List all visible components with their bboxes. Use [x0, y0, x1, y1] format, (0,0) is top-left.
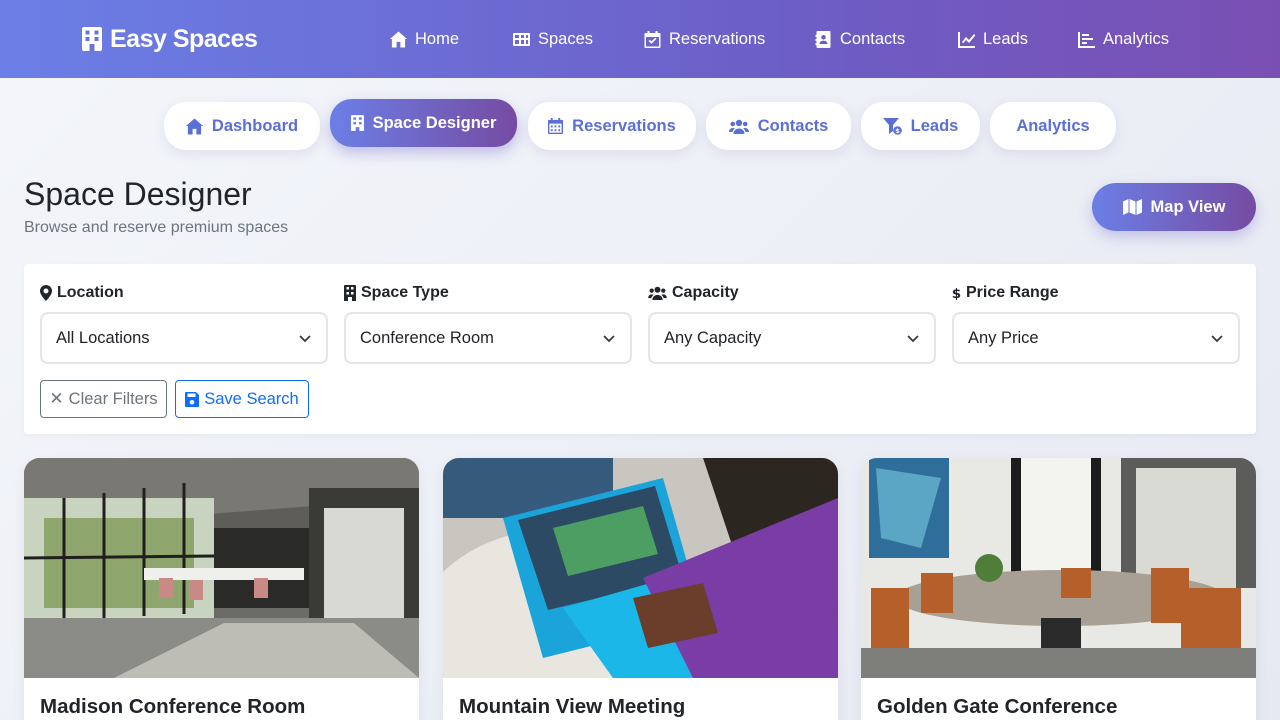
- building-icon: [82, 27, 102, 51]
- space-card-title: Mountain View Meeting: [459, 695, 686, 718]
- tab-analytics-label: Analytics: [1016, 116, 1090, 135]
- nav-home-label: Home: [415, 29, 460, 48]
- tab-contacts-label: Contacts: [757, 116, 829, 135]
- save-search-button[interactable]: Save Search: [175, 380, 309, 418]
- nav-leads[interactable]: Leads: [958, 28, 1028, 50]
- space-type-label: Space Type: [344, 284, 632, 302]
- chevron-down-icon: [907, 335, 919, 343]
- nav-reservations[interactable]: Reservations: [644, 28, 765, 50]
- users-icon: [648, 286, 667, 300]
- page-subtitle: Browse and reserve premium spaces: [24, 219, 289, 236]
- tab-dashboard[interactable]: Dashboard: [164, 102, 320, 150]
- map-marker-icon: [40, 285, 52, 301]
- tab-contacts[interactable]: Contacts: [706, 102, 851, 150]
- filter-panel: Location All Locations Space Type Confer…: [24, 264, 1256, 434]
- save-icon: [185, 391, 200, 407]
- dollar-icon: $: [952, 286, 961, 301]
- space-card-title: Madison Conference Room: [40, 695, 306, 718]
- capacity-filter: Capacity Any Capacity: [648, 284, 936, 364]
- chevron-down-icon: [603, 335, 615, 343]
- nav-contacts-label: Contacts: [840, 29, 906, 48]
- tab-leads[interactable]: $ Leads: [861, 102, 980, 150]
- space-card[interactable]: Golden Gate Conference: [861, 458, 1256, 720]
- tab-reservations[interactable]: Reservations: [528, 102, 696, 150]
- clear-filters-button[interactable]: ✕ Clear Filters: [40, 380, 167, 418]
- location-filter: Location All Locations: [40, 284, 328, 364]
- map-view-label: Map View: [1150, 197, 1226, 216]
- calendar-icon: [548, 118, 564, 134]
- home-icon: [390, 30, 407, 48]
- page-title: Space Designer: [24, 176, 252, 212]
- building-icon: [350, 115, 364, 131]
- tab-dashboard-label: Dashboard: [211, 116, 299, 135]
- tab-analytics[interactable]: Analytics: [990, 102, 1116, 150]
- price-select[interactable]: Any Price: [952, 312, 1240, 364]
- map-icon: [1122, 199, 1142, 215]
- table-icon: [513, 32, 530, 46]
- space-photo: [24, 458, 419, 678]
- svg-text:$: $: [895, 127, 900, 135]
- space-photo: [443, 458, 838, 678]
- nav-spaces-label: Spaces: [538, 29, 594, 48]
- tab-reservations-label: Reservations: [572, 116, 676, 135]
- building-icon: [344, 285, 356, 301]
- calendar-check-icon: [644, 30, 661, 48]
- location-select[interactable]: All Locations: [40, 312, 328, 364]
- nav-analytics-label: Analytics: [1103, 29, 1170, 48]
- capacity-select[interactable]: Any Capacity: [648, 312, 936, 364]
- tab-leads-label: Leads: [910, 116, 959, 135]
- chevron-down-icon: [299, 335, 311, 343]
- capacity-label: Capacity: [648, 284, 936, 302]
- users-icon: [728, 119, 749, 134]
- space-type-filter: Space Type Conference Room: [344, 284, 632, 364]
- funnel-dollar-icon: $: [882, 117, 902, 135]
- nav-analytics[interactable]: Analytics: [1078, 28, 1169, 50]
- address-book-icon: [815, 30, 831, 48]
- price-label: $ Price Range: [952, 284, 1059, 301]
- location-label: Location: [40, 284, 328, 302]
- brand-logo[interactable]: Easy Spaces: [82, 24, 258, 54]
- tab-space-designer-label: Space Designer: [372, 113, 497, 132]
- nav-spaces[interactable]: Spaces: [513, 28, 593, 50]
- map-view-button[interactable]: Map View: [1092, 183, 1256, 231]
- nav-home[interactable]: Home: [390, 28, 459, 50]
- nav-leads-label: Leads: [983, 29, 1028, 48]
- price-filter: $ Price Range Any Price: [952, 284, 1240, 364]
- space-type-select[interactable]: Conference Room: [344, 312, 632, 364]
- chart-bar-icon: [1078, 31, 1095, 48]
- space-card[interactable]: Madison Conference Room: [24, 458, 419, 720]
- top-navbar: Easy Spaces Home Spaces Reservations Con…: [0, 0, 1280, 78]
- space-photo: [861, 458, 1256, 678]
- chart-line-icon: [958, 31, 975, 48]
- tab-space-designer[interactable]: Space Designer: [330, 99, 517, 147]
- brand-name: Easy Spaces: [110, 24, 258, 53]
- close-icon: ✕: [49, 389, 64, 408]
- space-card-title: Golden Gate Conference: [877, 695, 1118, 718]
- svg-text:$: $: [952, 286, 961, 301]
- nav-reservations-label: Reservations: [669, 29, 766, 48]
- space-card[interactable]: Mountain View Meeting: [443, 458, 838, 720]
- home-icon: [185, 117, 203, 135]
- chevron-down-icon: [1211, 335, 1223, 343]
- nav-contacts[interactable]: Contacts: [815, 28, 905, 50]
